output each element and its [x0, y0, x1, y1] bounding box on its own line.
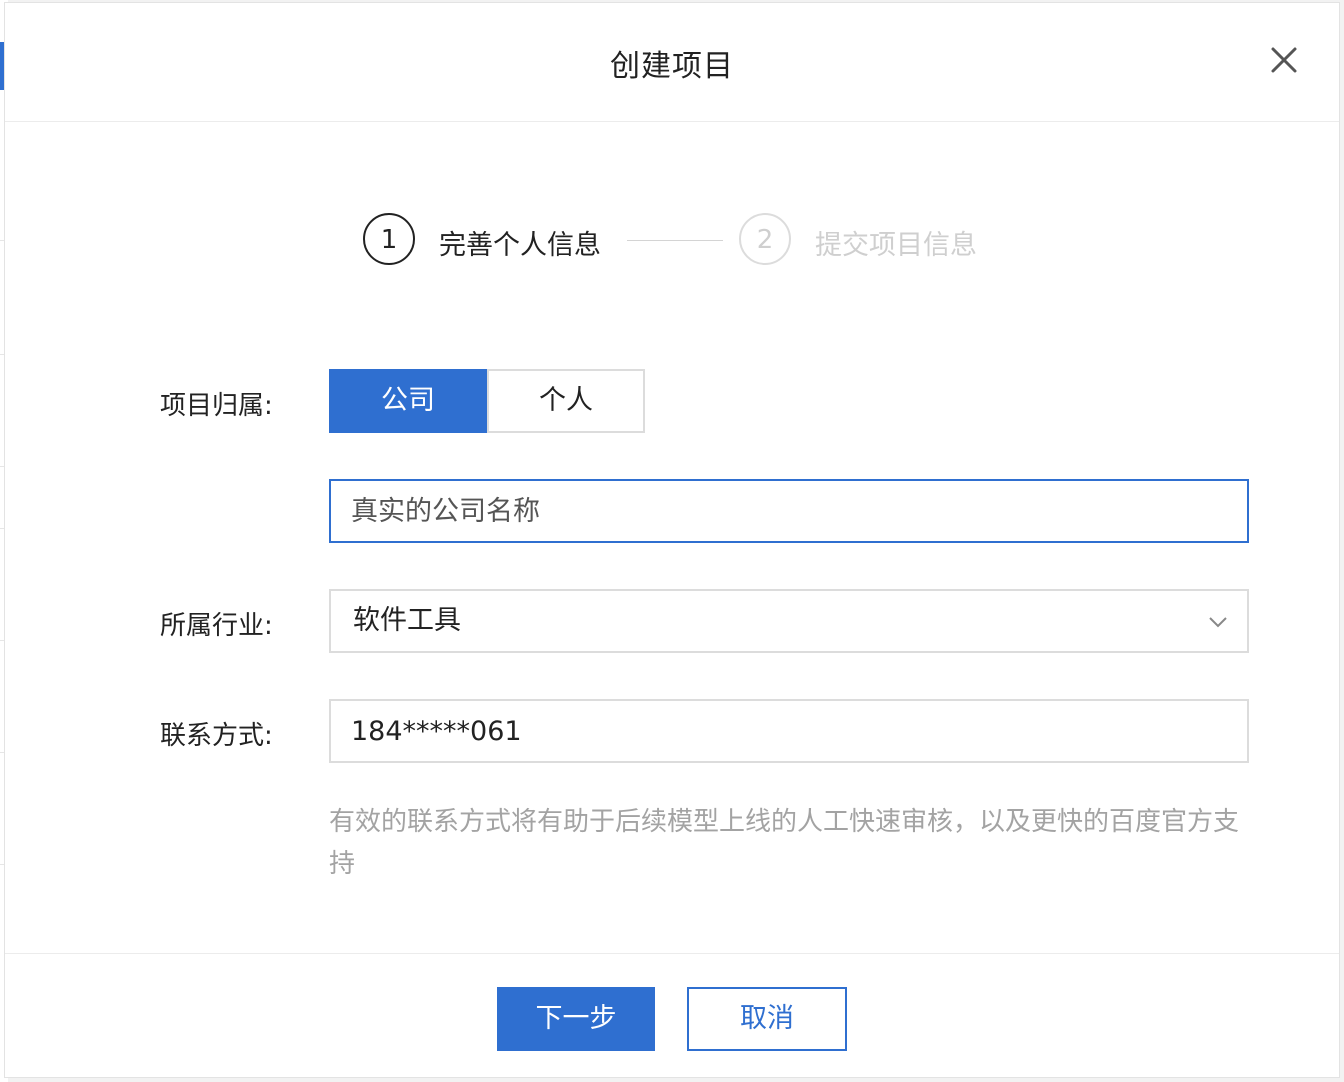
step-connector: [627, 240, 723, 241]
dialog-title: 创建项目: [610, 49, 734, 84]
industry-label: 所属行业:: [160, 611, 273, 641]
create-project-dialog: 创建项目 1 完善个人信息 2 提交项目信息 项目归属: 公司 个人 所属行业:…: [4, 2, 1340, 1078]
company-name-input[interactable]: [329, 479, 1249, 543]
screen: 创建项目 1 完善个人信息 2 提交项目信息 项目归属: 公司 个人 所属行业:…: [0, 0, 1344, 1082]
contact-label: 联系方式:: [160, 721, 273, 751]
step-label-2: 提交项目信息: [815, 230, 977, 261]
footer-divider: [5, 953, 1339, 954]
next-step-button[interactable]: 下一步: [497, 987, 655, 1051]
industry-select[interactable]: 软件工具: [329, 589, 1249, 653]
step-label-1: 完善个人信息: [439, 230, 601, 261]
contact-input[interactable]: [329, 699, 1249, 763]
close-icon: [1271, 47, 1297, 73]
dialog-header: 创建项目: [5, 3, 1339, 122]
chevron-down-icon: [1207, 611, 1229, 633]
cancel-button[interactable]: 取消: [687, 987, 847, 1051]
step-number-1: 1: [363, 213, 415, 265]
contact-hint: 有效的联系方式将有助于后续模型上线的人工快速审核，以及更快的百度官方支持: [329, 807, 1240, 879]
close-button[interactable]: [1267, 43, 1301, 77]
ownership-option-company[interactable]: 公司: [329, 369, 487, 433]
step-indicator: 1 完善个人信息 2 提交项目信息: [361, 213, 1061, 273]
ownership-label: 项目归属:: [160, 391, 273, 421]
step-number-2: 2: [739, 213, 791, 265]
ownership-option-personal[interactable]: 个人: [487, 369, 645, 433]
industry-selected-value: 软件工具: [353, 605, 461, 636]
